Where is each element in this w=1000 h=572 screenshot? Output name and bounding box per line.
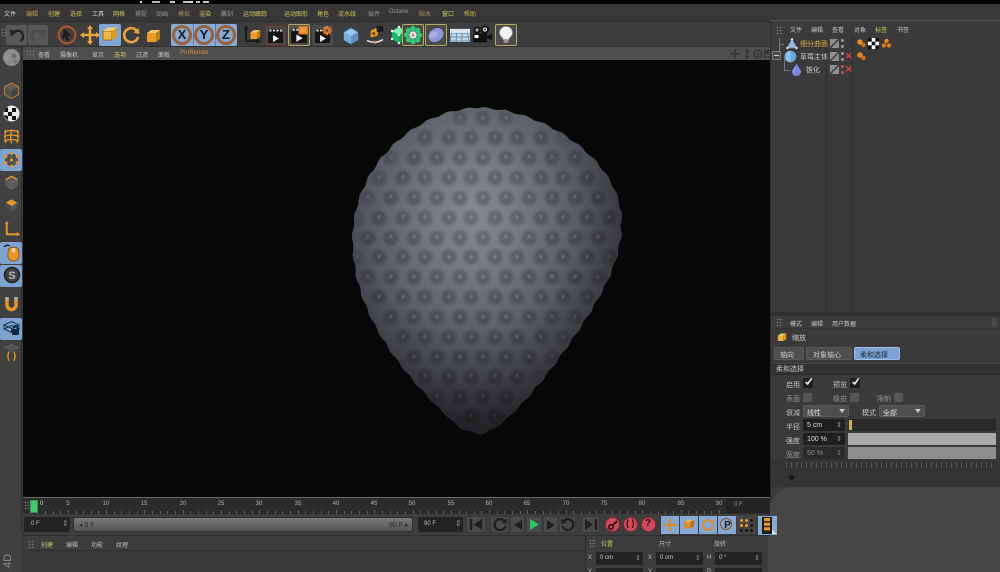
svg-text:S: S <box>8 270 15 282</box>
svg-text:( ): ( ) <box>7 351 16 361</box>
